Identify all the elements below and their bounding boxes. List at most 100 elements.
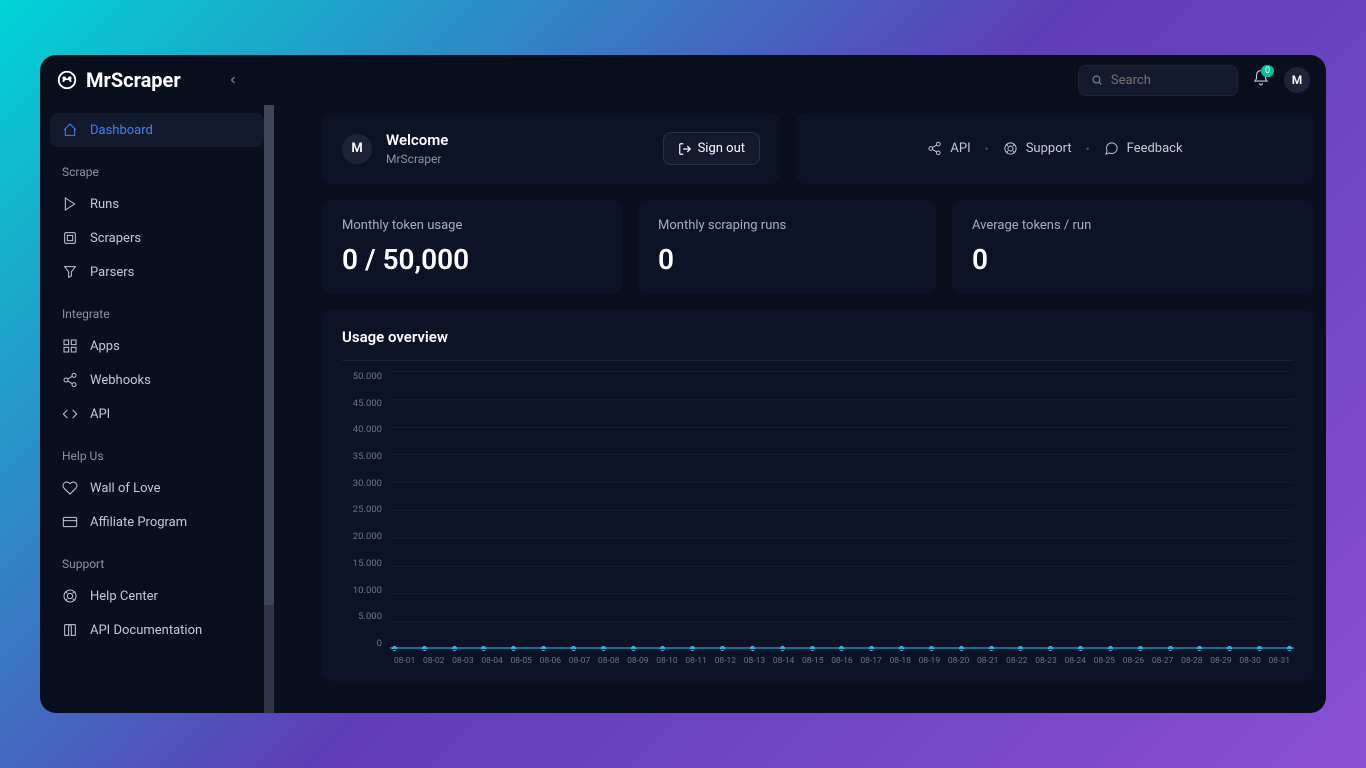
search-icon — [1091, 73, 1103, 87]
layers-icon — [62, 230, 78, 246]
quicklinks-card: API • Support • Feedback — [796, 113, 1314, 184]
brand-label: MrScraper — [86, 68, 181, 92]
sidebar-item-parsers[interactable]: Parsers — [50, 255, 264, 289]
avatar[interactable]: M — [1284, 67, 1310, 93]
x-tick: 08-12 — [711, 656, 740, 666]
sidebar-item-webhooks[interactable]: Webhooks — [50, 363, 264, 397]
sidebar-item-help-center[interactable]: Help Center — [50, 579, 264, 613]
notifications-button[interactable]: 0 — [1252, 69, 1270, 91]
grid-line — [390, 482, 1294, 483]
x-tick: 08-29 — [1206, 656, 1235, 666]
chart-plot: 08-0108-0208-0308-0408-0508-0608-0708-08… — [390, 371, 1294, 671]
sidebar-section-label: Help Us — [50, 431, 264, 471]
support-link[interactable]: Support — [1003, 141, 1072, 156]
api-link[interactable]: API — [927, 141, 970, 156]
signout-icon — [678, 142, 692, 156]
x-tick: 08-28 — [1177, 656, 1206, 666]
play-icon — [62, 196, 78, 212]
x-tick: 08-03 — [448, 656, 477, 666]
grid-line — [390, 593, 1294, 594]
x-tick: 08-26 — [1119, 656, 1148, 666]
sidebar-item-scrapers[interactable]: Scrapers — [50, 221, 264, 255]
welcome-avatar: M — [342, 134, 372, 164]
y-tick: 10.000 — [353, 585, 382, 596]
x-tick: 08-05 — [507, 656, 536, 666]
x-tick: 08-02 — [419, 656, 448, 666]
chart-area: 50.00045.00040.00035.00030.00025.00020.0… — [342, 371, 1294, 671]
grid-line — [390, 621, 1294, 622]
sidebar-item-runs[interactable]: Runs — [50, 187, 264, 221]
welcome-subtitle: MrScraper — [386, 152, 448, 166]
sidebar-item-wall-of-love[interactable]: Wall of Love — [50, 471, 264, 505]
x-tick: 08-31 — [1265, 656, 1294, 666]
sidebar-item-apps[interactable]: Apps — [50, 329, 264, 363]
grid-line — [390, 510, 1294, 511]
x-tick: 08-07 — [565, 656, 594, 666]
chat-icon — [1104, 141, 1119, 156]
sidebar-item-api-documentation[interactable]: API Documentation — [50, 613, 264, 647]
y-tick: 5.000 — [358, 611, 382, 622]
chevron-left-icon — [227, 74, 239, 86]
grid-line — [390, 649, 1294, 650]
x-tick: 08-04 — [477, 656, 506, 666]
y-axis: 50.00045.00040.00035.00030.00025.00020.0… — [342, 371, 390, 671]
y-tick: 15.000 — [353, 558, 382, 569]
x-tick: 08-08 — [594, 656, 623, 666]
scrollbar-thumb[interactable] — [264, 105, 274, 605]
grid-line — [390, 427, 1294, 428]
x-tick: 08-13 — [740, 656, 769, 666]
collapse-sidebar-button[interactable] — [227, 71, 239, 90]
heart-icon — [62, 480, 78, 496]
x-tick: 08-20 — [944, 656, 973, 666]
x-tick: 08-17 — [857, 656, 886, 666]
sidebar-item-api[interactable]: API — [50, 397, 264, 431]
x-tick: 08-24 — [1061, 656, 1090, 666]
app-window: MrScraper 0 M DashboardScrapeRunsScraper… — [40, 55, 1326, 713]
x-tick: 08-15 — [798, 656, 827, 666]
y-tick: 35.000 — [353, 451, 382, 462]
x-axis: 08-0108-0208-0308-0408-0508-0608-0708-08… — [390, 651, 1294, 671]
search-input-wrap[interactable] — [1078, 65, 1238, 96]
sidebar-item-dashboard[interactable]: Dashboard — [50, 113, 264, 147]
y-tick: 30.000 — [353, 478, 382, 489]
x-tick: 08-11 — [682, 656, 711, 666]
search-input[interactable] — [1111, 73, 1225, 88]
brand[interactable]: MrScraper — [56, 68, 181, 92]
sidebar-section-label: Scrape — [50, 147, 264, 187]
chart-card: Usage overview 50.000 45.000 40.000 35.000 3… — [322, 310, 1314, 681]
grid-line — [390, 566, 1294, 567]
x-tick: 08-01 — [390, 656, 419, 666]
x-tick: 08-06 — [536, 656, 565, 666]
y-tick: 45.000 — [353, 398, 382, 409]
separator: • — [985, 142, 989, 156]
code-icon — [62, 406, 78, 422]
y-tick: 50.000 — [353, 371, 382, 382]
x-tick: 08-14 — [769, 656, 798, 666]
y-tick: 0 — [377, 638, 382, 649]
stat-avg-tokens: Average tokens / run 0 — [952, 200, 1314, 294]
chart-title: Usage overview — [342, 328, 1294, 361]
main-content: M Welcome MrScraper Sign out API — [274, 105, 1326, 713]
feedback-link[interactable]: Feedback — [1104, 141, 1183, 156]
y-tick: 40.000 — [353, 424, 382, 435]
signout-label: Sign out — [698, 141, 745, 156]
x-tick: 08-21 — [973, 656, 1002, 666]
x-tick: 08-23 — [1031, 656, 1060, 666]
grid-line — [390, 399, 1294, 400]
topbar: MrScraper 0 M — [40, 55, 1326, 105]
sidebar: DashboardScrapeRunsScrapersParsersIntegr… — [40, 105, 274, 713]
sidebar-item-affiliate-program[interactable]: Affiliate Program — [50, 505, 264, 539]
x-tick: 08-09 — [623, 656, 652, 666]
x-tick: 08-10 — [652, 656, 681, 666]
x-tick: 08-18 — [886, 656, 915, 666]
stat-scraping-runs: Monthly scraping runs 0 — [638, 200, 936, 294]
separator: • — [1086, 142, 1090, 156]
signout-button[interactable]: Sign out — [663, 132, 760, 165]
sidebar-section-label: Support — [50, 539, 264, 579]
welcome-title: Welcome — [386, 131, 448, 149]
grid-icon — [62, 338, 78, 354]
lifebuoy-icon — [1003, 141, 1018, 156]
share-icon — [927, 141, 942, 156]
x-tick: 08-16 — [827, 656, 856, 666]
lifebuoy-icon — [62, 588, 78, 604]
